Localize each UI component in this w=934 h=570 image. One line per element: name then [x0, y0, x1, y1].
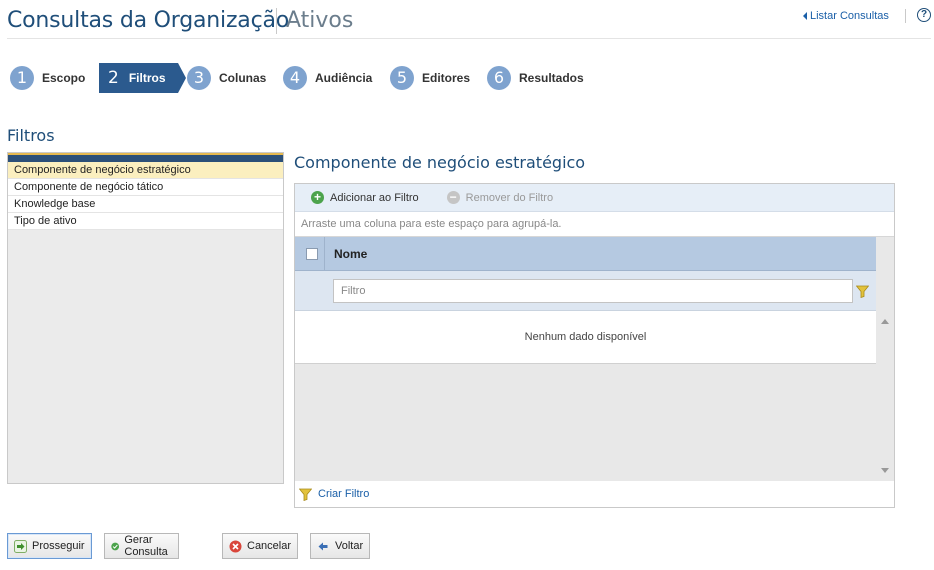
step-editores[interactable]: 5 Editores [390, 63, 470, 93]
no-data-message: Nenhum dado disponível [295, 311, 876, 364]
back-button[interactable]: Voltar [310, 533, 371, 559]
step-number: 4 [283, 66, 307, 90]
filter-funnel-icon[interactable] [856, 285, 869, 298]
check-circle-icon [111, 542, 120, 550]
back-label: Voltar [335, 540, 364, 552]
step-escopo[interactable]: 1 Escopo [10, 63, 85, 93]
remove-from-filter-button[interactable]: − Remover do Filtro [446, 191, 554, 204]
filter-list: Componente de negócio estratégico Compon… [7, 152, 284, 484]
caret-left-icon [803, 12, 807, 20]
step-label: Editores [422, 71, 471, 85]
grid-scrollbar[interactable] [876, 311, 894, 481]
step-label: Audiência [315, 71, 373, 85]
step-number: 2 [108, 68, 119, 88]
plus-circle-icon: + [311, 191, 324, 204]
proceed-label: Prosseguir [32, 540, 85, 552]
step-label: Escopo [42, 71, 86, 85]
select-all-checkbox[interactable] [306, 248, 318, 260]
filter-list-header-bar [8, 153, 283, 162]
help-icon[interactable]: ? [917, 8, 931, 22]
select-all-cell [295, 237, 325, 271]
filter-item-asset-type[interactable]: Tipo de ativo [8, 213, 283, 230]
grid-toolbar: + Adicionar ao Filtro − Remover do Filtr… [295, 184, 894, 212]
generate-query-button[interactable]: Gerar Consulta [104, 533, 180, 559]
step-number: 1 [10, 66, 34, 90]
minus-circle-icon: − [446, 191, 460, 204]
scroll-up-icon[interactable] [881, 319, 889, 324]
filter-item-strategic[interactable]: Componente de negócio estratégico [8, 162, 283, 179]
wizard-steps: 1 Escopo 2 Filtros 3 Colunas 4 Audiência… [0, 63, 934, 93]
step-number: 3 [187, 66, 211, 90]
step-label: Resultados [519, 71, 584, 85]
step-filtros[interactable]: 2 Filtros [99, 63, 185, 93]
arrow-right-icon [14, 539, 27, 553]
step-number: 5 [390, 66, 414, 90]
column-filter-input[interactable] [333, 279, 853, 303]
list-queries-label: Listar Consultas [810, 10, 889, 22]
header-divider [905, 9, 906, 23]
page-header: Consultas da Organização Ativos Listar C… [0, 0, 934, 40]
step-audiencia[interactable]: 4 Audiência [283, 63, 372, 93]
step-number: 6 [487, 66, 511, 90]
funnel-icon [299, 488, 312, 501]
add-to-filter-label: Adicionar ao Filtro [330, 191, 419, 204]
page-title: Consultas da Organização [7, 8, 290, 33]
group-drop-area[interactable]: Arraste uma coluna para este espaço para… [295, 212, 894, 237]
create-filter-link[interactable]: Criar Filtro [318, 488, 369, 500]
filter-grid: + Adicionar ao Filtro − Remover do Filtr… [294, 183, 895, 508]
page-subtitle: Ativos [286, 8, 354, 33]
step-label: Colunas [219, 71, 267, 85]
cancel-label: Cancelar [247, 540, 292, 552]
title-divider [276, 8, 277, 34]
grid-column-header: Nome [295, 237, 876, 271]
cancel-circle-icon [229, 540, 242, 552]
grid-body: Nome Nenhum dado disponível [295, 237, 894, 481]
grid-footer: Criar Filtro [295, 481, 894, 507]
column-header-nome[interactable]: Nome [334, 247, 367, 261]
grid-filter-row [295, 271, 876, 311]
filter-item-tactical[interactable]: Componente de negócio tático [8, 179, 283, 196]
panel-title: Componente de negócio estratégico [294, 153, 586, 172]
step-colunas[interactable]: 3 Colunas [187, 63, 266, 93]
list-queries-link[interactable]: Listar Consultas [803, 10, 889, 22]
step-label: Filtros [128, 71, 166, 85]
filters-section-title: Filtros [7, 126, 55, 145]
generate-query-label: Gerar Consulta [124, 534, 168, 558]
cancel-button[interactable]: Cancelar [222, 533, 299, 559]
filter-item-knowledge-base[interactable]: Knowledge base [8, 196, 283, 213]
header-underline [7, 38, 931, 39]
arrow-left-icon [318, 542, 328, 550]
remove-from-filter-label: Remover do Filtro [465, 191, 554, 204]
add-to-filter-button[interactable]: + Adicionar ao Filtro [311, 191, 419, 204]
step-resultados[interactable]: 6 Resultados [487, 63, 584, 93]
scroll-down-icon[interactable] [881, 468, 889, 473]
proceed-button[interactable]: Prosseguir [7, 533, 92, 559]
